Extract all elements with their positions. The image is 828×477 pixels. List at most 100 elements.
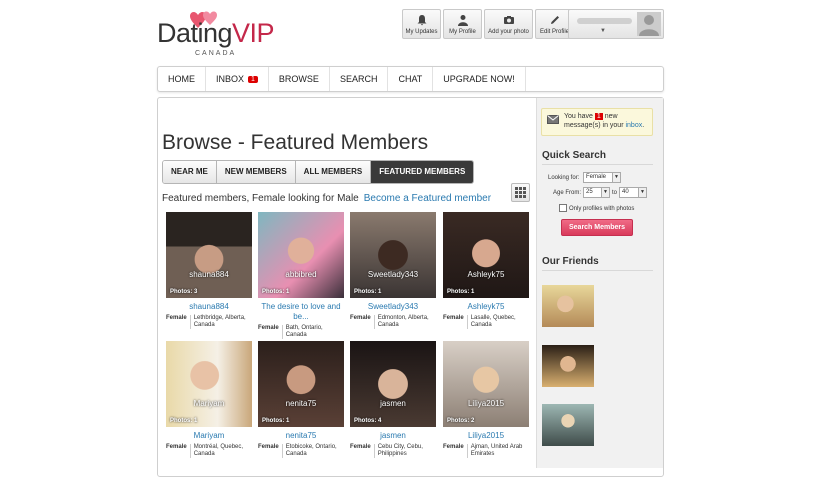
member-location: Montréal, Quebec, Canada [193,444,244,457]
tab-new-members[interactable]: NEW MEMBERS [216,161,296,183]
friend-photo[interactable] [542,285,594,327]
member-photo[interactable]: jasmen Photos: 4 [350,341,436,427]
our-friends-heading: Our Friends [542,256,599,267]
search-members-button[interactable]: Search Members [561,219,633,236]
chevron-down-icon: ▼ [600,28,606,34]
photo-count: Photos: 4 [354,418,382,424]
member-card[interactable]: nenita75 Photos: 1 nenita75 Female Etobic… [258,341,344,458]
friend-photo[interactable] [542,404,594,446]
tab-all-members[interactable]: ALL MEMBERS [295,161,372,183]
logo-word: Dating [157,18,233,48]
member-name-link[interactable]: Mariyam [166,431,252,441]
msg-count-badge: 1 [594,113,603,120]
age-from-value: 25 [586,189,593,195]
member-location: Lasalle, Quebec, Canada [470,315,516,328]
top-toolbar: My Updates My Profile Add your photo Edi… [402,9,574,39]
avatar [637,12,661,36]
member-card[interactable]: Liliya2015 Photos: 2 Liliya2015 Female Aj… [443,341,529,458]
nav-inbox-label: INBOX [216,74,245,84]
member-photo[interactable]: Liliya2015 Photos: 2 [443,341,529,427]
photo-username: Sweetlady343 [367,270,419,279]
add-photo-label: Add your photo [488,29,529,35]
divider [542,164,653,165]
nav-upgrade[interactable]: UPGRADE NOW! [433,67,526,91]
divider [542,270,653,271]
user-menu[interactable]: ▼ [568,9,664,39]
member-photo[interactable]: shauna884 Photos: 3 [166,212,252,298]
photo-count: Photos: 2 [447,418,475,424]
member-photo[interactable]: abbibred Photos: 1 [258,212,344,298]
page-title: Browse - Featured Members [162,131,429,154]
my-updates-button[interactable]: My Updates [402,9,441,39]
grid-view-button[interactable] [511,183,530,202]
logo-word-brand: VIP [232,18,275,48]
browse-tabs: NEAR ME NEW MEMBERS ALL MEMBERS FEATURED… [162,160,475,184]
member-card[interactable]: abbibred Photos: 1 The desire to love an… [258,212,344,339]
age-to-select[interactable]: 40 ▼ [619,187,647,198]
browse-subtitle: Featured members, Female looking for Mal… [162,193,491,204]
chevron-down-icon: ▼ [601,188,609,197]
photos-only-checkbox[interactable] [559,204,567,212]
nav-home[interactable]: HOME [158,67,206,91]
username-blurred [577,18,632,24]
member-card[interactable]: Sweetlady343 Photos: 1 Sweetlady343 Fema… [350,212,436,329]
member-card[interactable]: jasmen Photos: 4 jasmen Female Cebu City,… [350,341,436,458]
member-photo[interactable]: nenita75 Photos: 1 [258,341,344,427]
member-name-link[interactable]: shauna884 [166,302,252,312]
nav-inbox[interactable]: INBOX 1 [206,67,269,91]
member-name-link[interactable]: Ashleyk75 [443,302,529,312]
member-photo[interactable]: Sweetlady343 Photos: 1 [350,212,436,298]
logo[interactable]: DatingVIP CANADA [157,8,275,57]
tab-near-me[interactable]: NEAR ME [163,161,217,183]
photo-username: nenita75 [285,399,317,408]
member-name-link[interactable]: jasmen [350,431,436,441]
camera-icon [503,16,514,24]
member-location: Etobicoke, Ontario, Canada [285,444,337,457]
photo-count: Photos: 3 [170,289,198,295]
subtitle-text: Featured members, Female looking for Mal… [162,193,359,204]
nav-search[interactable]: SEARCH [330,67,389,91]
member-location: Edmonton, Alberta, Canada [377,315,429,328]
member-photo[interactable]: Ashleyk75 Photos: 1 [443,212,529,298]
member-name-link[interactable]: Liliya2015 [443,431,529,441]
friend-photo[interactable] [542,345,594,387]
photo-username: abbibred [285,270,317,279]
photo-count: Photos: 1 [170,418,198,424]
member-name-link[interactable]: Sweetlady343 [350,302,436,312]
msg-text-end: . [642,122,645,129]
member-name-link[interactable]: The desire to love and be... [258,302,344,322]
user-icon [457,15,468,26]
nav-chat[interactable]: CHAT [388,67,434,91]
member-gender: Female [166,444,191,458]
age-from-select[interactable]: 25 ▼ [583,187,610,198]
member-location: Cebu City, Cebu, Philippines [377,444,423,457]
become-featured-link[interactable]: Become a Featured member [364,193,491,204]
member-card[interactable]: Mariyam Photos: 1 Mariyam Female Montréal… [166,341,252,458]
pencil-icon [550,16,559,24]
member-photo[interactable]: Mariyam Photos: 1 [166,341,252,427]
inbox-link[interactable]: inbox [625,122,642,129]
photo-username: shauna884 [189,270,229,279]
member-gender: Female [166,315,191,329]
member-gender: Female [350,315,375,329]
nav-browse[interactable]: BROWSE [269,67,330,91]
my-profile-button[interactable]: My Profile [443,9,482,39]
member-gender: Female [443,315,468,329]
chevron-down-icon: ▼ [612,173,620,182]
member-location: Ajman, United Arab Emirates [470,444,523,457]
member-gender: Female [258,325,283,339]
my-profile-label: My Profile [449,29,476,35]
member-card[interactable]: shauna884 Photos: 3 shauna884 Female Leth… [166,212,252,329]
member-card[interactable]: Ashleyk75 Photos: 1 Ashleyk75 Female Lasa… [443,212,529,329]
edit-profile-label: Edit Profile [539,29,569,35]
tab-featured-members[interactable]: FEATURED MEMBERS [371,161,474,183]
member-gender: Female [350,444,375,458]
looking-for-value: Female [586,174,607,180]
photo-username: Ashleyk75 [467,270,505,279]
add-photo-button[interactable]: Add your photo [484,9,533,39]
looking-for-select[interactable]: Female ▼ [583,172,621,183]
member-name-link[interactable]: nenita75 [258,431,344,441]
member-gender: Female [258,444,283,458]
photo-username: Liliya2015 [467,399,505,408]
photos-only-label: Only profiles with photos [569,206,635,212]
